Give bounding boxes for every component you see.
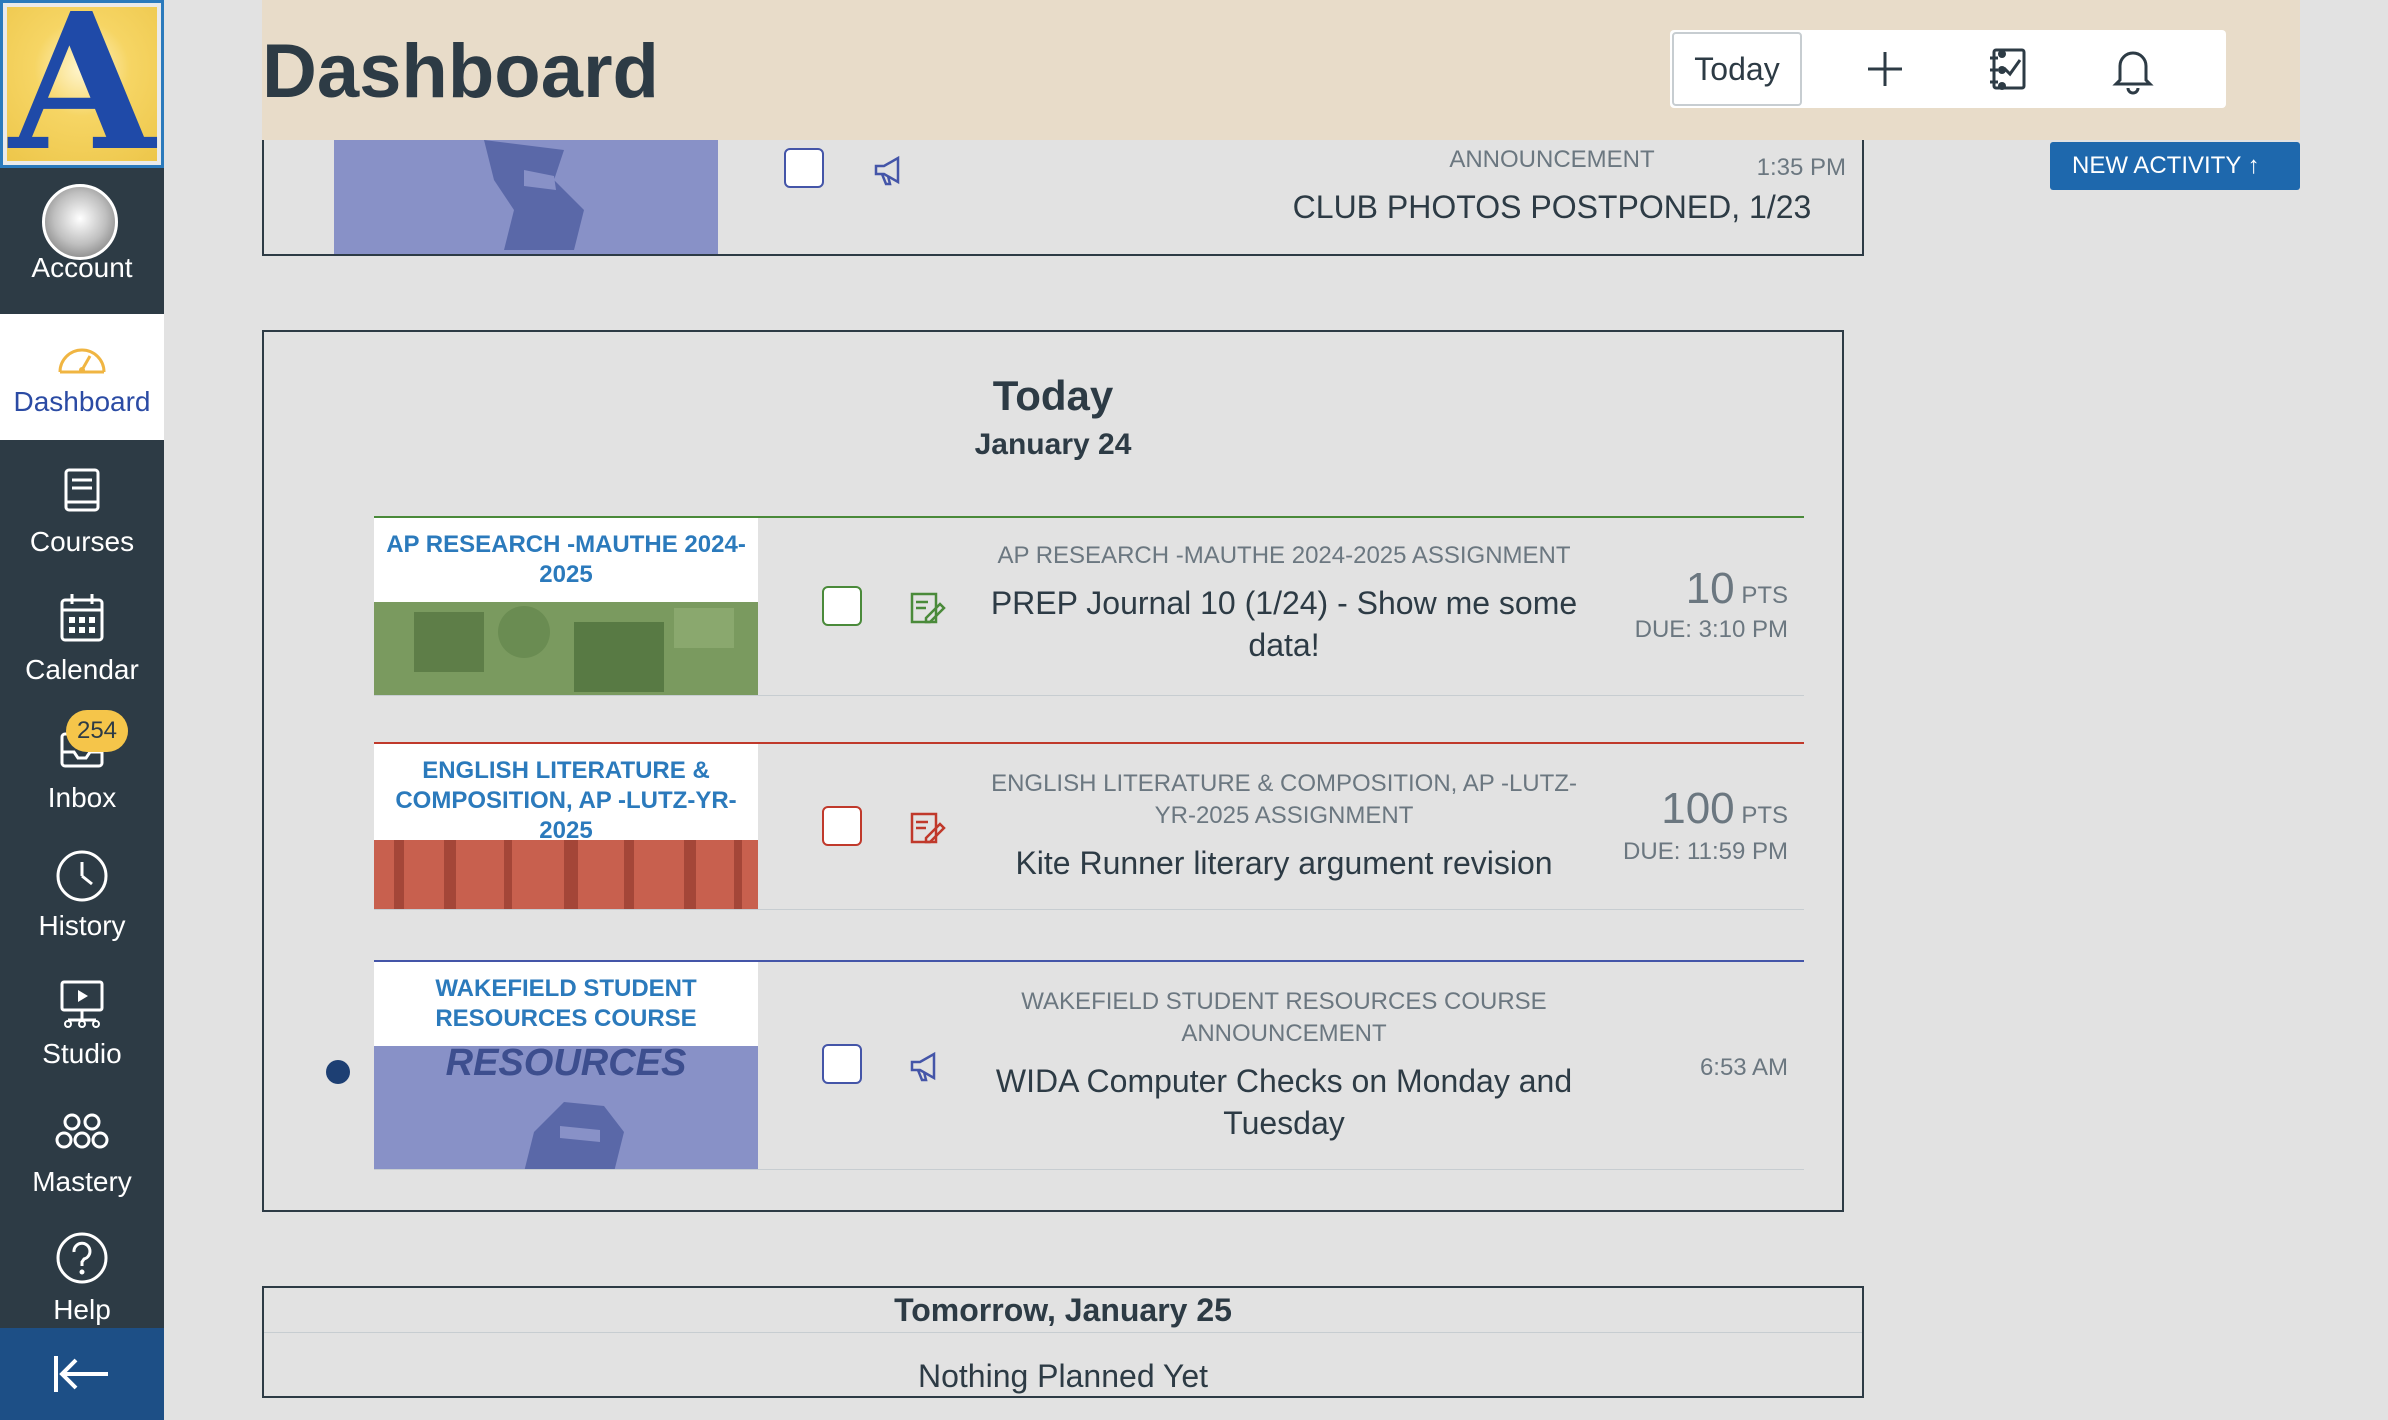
item-type-label: ENGLISH LITERATURE & COMPOSITION, AP -LU…: [991, 770, 1577, 829]
inbox-unread-badge: 254: [66, 710, 128, 752]
due-time: DUE: 3:10 PM: [1634, 616, 1788, 643]
nav-item-courses[interactable]: Courses: [0, 444, 164, 570]
collapse-arrow-icon: [54, 1356, 108, 1392]
nav-item-mastery[interactable]: Mastery: [0, 1084, 164, 1210]
item-type-label: WAKEFIELD STUDENT RESOURCES COURSE ANNOU…: [1021, 988, 1547, 1047]
page-title: Dashboard: [262, 29, 659, 114]
nav-item-inbox[interactable]: 254 Inbox: [0, 700, 164, 826]
points-unit: PTS: [1741, 802, 1788, 829]
item-title-link[interactable]: PREP Journal 10 (1/24) - Show me some da…: [974, 582, 1594, 666]
due-time: DUE: 11:59 PM: [1623, 838, 1788, 865]
empty-state-text: Nothing Planned Yet: [917, 1358, 1209, 1394]
planner-item: AP RESEARCH -MAUTHE 2024-2025 AP RESEARC…: [374, 516, 1804, 696]
collapse-nav-button[interactable]: [0, 1328, 164, 1420]
nav-item-label: Calendar: [25, 654, 139, 685]
more-options-icon[interactable]: [1982, 40, 2022, 100]
nav-item-label: Dashboard: [13, 386, 151, 417]
points-value: 100: [1661, 784, 1735, 833]
help-icon: [56, 1232, 108, 1284]
assignment-icon: [910, 592, 946, 624]
nav-item-label: Mastery: [32, 1166, 132, 1197]
announcement-megaphone-icon: [874, 155, 900, 186]
new-activity-button[interactable]: NEW ACTIVITY ↑: [2050, 142, 2300, 190]
school-logo[interactable]: A: [0, 0, 164, 168]
complete-checkbox[interactable]: [822, 1044, 862, 1084]
course-image: ENGLISH LITERATURE & COMPOSITION, AP -LU…: [374, 744, 758, 909]
global-nav: A Account Dashboard Courses Calendar 254…: [0, 0, 164, 1420]
points-value: 10: [1685, 564, 1735, 613]
notifications-bell-icon[interactable]: [2104, 40, 2162, 98]
calendar-icon: [60, 594, 104, 642]
divider: [264, 1332, 1862, 1333]
nav-item-history[interactable]: History: [0, 828, 164, 954]
course-image-art: [394, 828, 742, 909]
knight-mascot-icon: [484, 140, 584, 250]
planner-item: ENGLISH LITERATURE & COMPOSITION, AP -LU…: [374, 742, 1804, 910]
previous-day-panel: ANNOUNCEMENT CLUB PHOTOS POSTPONED, 1/23…: [262, 140, 1864, 256]
today-button[interactable]: Today: [1672, 32, 1802, 106]
nav-item-label: Account: [31, 252, 133, 283]
nav-item-studio[interactable]: Studio: [0, 956, 164, 1082]
nav-item-label: History: [38, 910, 126, 941]
mastery-icon: [55, 1113, 109, 1149]
course-name-link[interactable]: WAKEFIELD STUDENT RESOURCES COURSE: [374, 962, 758, 1046]
course-name-link[interactable]: ENGLISH LITERATURE & COMPOSITION, AP -LU…: [374, 744, 758, 840]
course-image: [334, 140, 718, 254]
tomorrow-panel: Tomorrow, January 25 Nothing Planned Yet: [262, 1286, 1864, 1398]
item-points: 10 PTS: [1686, 564, 1788, 614]
item-time: 6:53 AM: [1699, 1054, 1788, 1081]
history-icon: [56, 850, 108, 902]
complete-checkbox[interactable]: [822, 806, 862, 846]
nav-item-label: Inbox: [47, 782, 117, 813]
day-heading: Today: [992, 372, 1114, 419]
course-name-link[interactable]: AP RESEARCH -MAUTHE 2024-2025: [374, 518, 758, 602]
planner-toolbar: Today: [1670, 30, 2226, 108]
nav-item-calendar[interactable]: Calendar: [0, 572, 164, 698]
item-title-link[interactable]: Kite Runner literary argument revision: [974, 842, 1594, 884]
complete-checkbox[interactable]: [822, 586, 862, 626]
announcement-megaphone-icon: [910, 1051, 936, 1082]
course-image-art: [414, 606, 734, 692]
dashboard-icon: [58, 348, 106, 374]
complete-checkbox[interactable]: [784, 148, 824, 188]
knight-mascot-icon: [524, 1102, 624, 1169]
nav-item-label: Help: [53, 1294, 111, 1325]
unread-indicator: [326, 1060, 350, 1084]
courses-icon: [64, 468, 100, 512]
item-points: 100 PTS: [1661, 784, 1788, 834]
nav-item-dashboard[interactable]: Dashboard: [0, 314, 164, 440]
studio-icon: [60, 980, 104, 1028]
item-title-link[interactable]: WIDA Computer Checks on Monday and Tuesd…: [974, 1060, 1594, 1144]
nav-item-help[interactable]: Help: [0, 1212, 164, 1338]
logo-letter: A: [9, 0, 155, 168]
item-time: 1:35 PM: [1756, 154, 1846, 181]
course-image: AP RESEARCH -MAUTHE 2024-2025: [374, 518, 758, 695]
item-title-link[interactable]: CLUB PHOTOS POSTPONED, 1/23: [1242, 186, 1862, 228]
course-image-text: RESOURCES: [445, 1042, 687, 1084]
day-heading: Tomorrow, January 25: [894, 1292, 1232, 1328]
today-panel: Today January 24 AP RESEARCH -MAUTHE 202…: [262, 330, 1844, 1212]
nav-item-label: Studio: [42, 1038, 122, 1069]
course-image: RESOURCES WAKEFIELD STUDENT RESOURCES CO…: [374, 962, 758, 1169]
add-item-icon[interactable]: [1856, 40, 1914, 98]
avatar: [42, 184, 118, 260]
assignment-icon: [910, 812, 946, 844]
nav-item-label: Courses: [29, 526, 135, 557]
item-type-label: AP RESEARCH -MAUTHE 2024-2025 ASSIGNMENT: [997, 542, 1571, 569]
points-unit: PTS: [1741, 582, 1788, 609]
nav-item-account[interactable]: Account: [0, 170, 164, 296]
day-date: January 24: [974, 428, 1132, 461]
planner-item: RESOURCES WAKEFIELD STUDENT RESOURCES CO…: [374, 960, 1804, 1170]
